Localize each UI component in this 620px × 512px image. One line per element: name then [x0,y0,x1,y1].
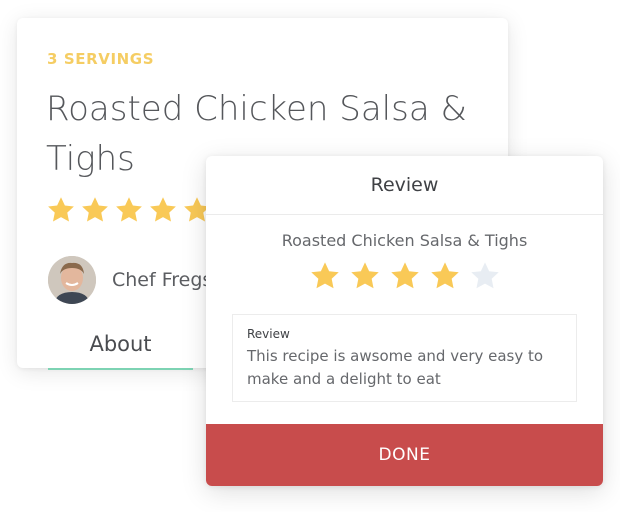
review-modal: Review Roasted Chicken Salsa & Tighs Rev… [206,156,603,486]
modal-title: Review [206,156,603,215]
avatar-image [48,256,96,304]
star-icon[interactable] [469,260,501,292]
star-icon[interactable] [309,260,341,292]
chef-name[interactable]: Chef Fregs [112,269,212,291]
avatar[interactable] [48,256,96,304]
tab-about[interactable]: About [48,328,193,370]
star-icon[interactable] [429,260,461,292]
servings-label: 3 SERVINGS [47,50,155,68]
star-icon [82,197,108,222]
review-text[interactable]: This recipe is awsome and very easy to m… [247,345,562,391]
done-button[interactable]: DONE [206,424,603,486]
star-icon [150,197,176,222]
star-icon[interactable] [349,260,381,292]
review-rating-input[interactable] [206,260,603,292]
star-icon[interactable] [389,260,421,292]
recipe-rating [46,195,212,225]
review-label: Review [247,327,290,341]
review-textarea[interactable]: Review This recipe is awsome and very ea… [232,314,577,402]
chef-info[interactable]: Chef Fregs [48,256,212,304]
modal-recipe-name: Roasted Chicken Salsa & Tighs [281,231,528,250]
star-icon [116,197,142,222]
star-icon [48,197,74,222]
stage: 3 SERVINGS Roasted Chicken Salsa & Tighs… [0,0,620,512]
